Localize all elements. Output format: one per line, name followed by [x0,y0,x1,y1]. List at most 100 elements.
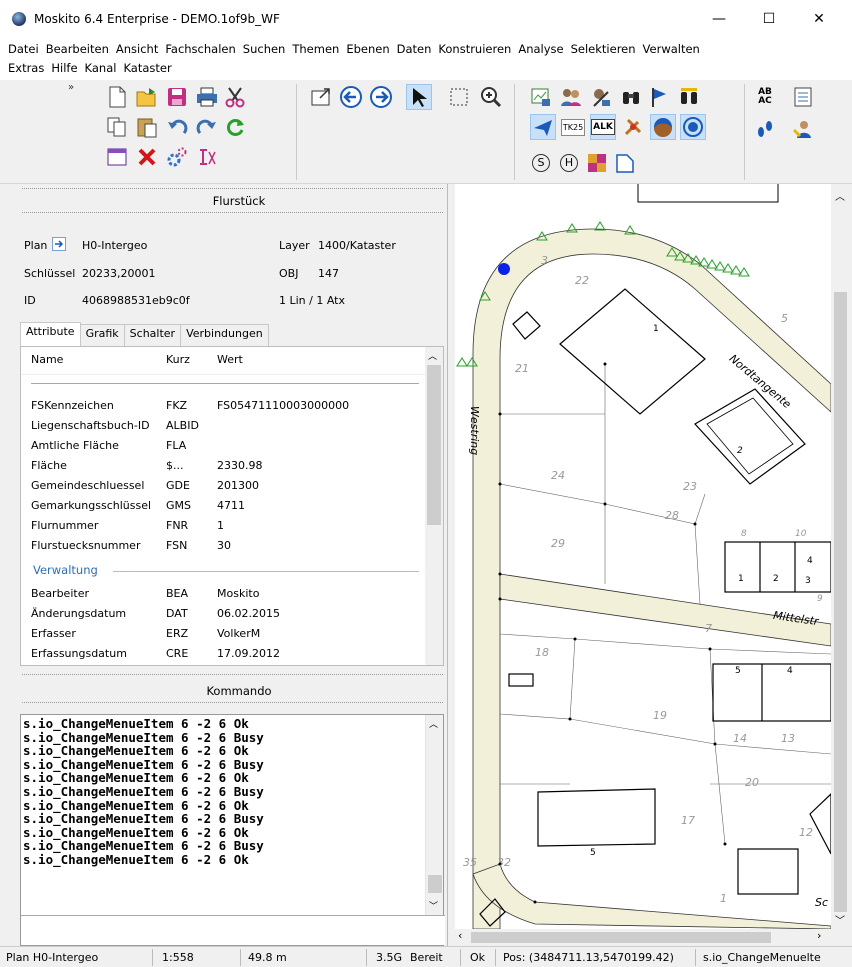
menu-suchen[interactable]: Suchen [241,40,291,59]
undo-icon[interactable] [164,114,190,140]
cut-icon[interactable] [222,84,248,110]
redo-icon[interactable] [194,114,220,140]
binoculars-icon[interactable] [618,84,644,110]
rectangle-select-icon[interactable] [446,84,472,110]
menu-ebenen[interactable]: Ebenen [344,40,394,59]
building-icon[interactable] [584,150,610,176]
scroll-thumb[interactable] [428,875,442,893]
menu-extras[interactable]: Extras [6,59,49,78]
target-icon[interactable] [680,114,706,140]
h-button[interactable]: H [556,150,582,176]
scroll-thumb[interactable] [834,292,847,912]
new-file-icon[interactable] [104,84,130,110]
alk-button[interactable]: ALK [590,114,616,140]
menu-kanal[interactable]: Kanal [83,59,122,78]
edit-tools-icon[interactable] [588,84,614,110]
scroll-right-icon[interactable]: › [817,929,821,942]
tab-grafik[interactable]: Grafik [79,324,125,346]
settings-icon[interactable] [164,144,190,170]
back-icon[interactable] [338,84,364,110]
list-icon[interactable] [790,84,816,110]
find-icon[interactable] [676,84,702,110]
table-row[interactable]: FSKennzeichen FKZ FS05471110003000000 [21,399,425,417]
table-row[interactable]: Bearbeiter BEA Moskito [21,587,425,605]
table-row[interactable]: Gemarkungsschlüssel GMS 4711 [21,499,425,517]
paste-icon[interactable] [134,114,160,140]
menu-konstruieren[interactable]: Konstruieren [436,40,516,59]
attribute-scrollbar[interactable]: ︿ [425,347,443,665]
window-icon[interactable] [104,144,130,170]
menu-themen[interactable]: Themen [290,40,344,59]
tab-verbindungen[interactable]: Verbindungen [180,324,269,346]
table-row[interactable]: Fläche $... 2330.98 [21,459,425,477]
minimize-button[interactable]: — [696,0,742,38]
scroll-down-icon[interactable]: ﹀ [429,899,438,912]
map-layers-icon[interactable] [528,84,554,110]
maximize-button[interactable]: ☐ [746,0,792,38]
command-scrollbar[interactable]: ︿ ﹀ [425,715,443,915]
close-button[interactable]: ✕ [796,0,842,38]
user-edit-icon[interactable] [790,116,816,142]
save-icon[interactable] [164,84,190,110]
menu-fachschalen[interactable]: Fachschalen [163,40,240,59]
column-wert[interactable]: Wert [217,353,243,366]
menu-verwalten[interactable]: Verwalten [641,40,705,59]
scroll-up-icon[interactable]: ︿ [429,717,438,730]
copy-icon[interactable] [104,114,130,140]
open-folder-icon[interactable] [134,84,160,110]
column-name[interactable]: Name [31,353,63,366]
airplane-icon[interactable] [530,114,556,140]
column-kurz[interactable]: Kurz [166,353,190,366]
survey-icon[interactable] [194,144,220,170]
table-row[interactable]: Erfassungsdatum CRE 17.09.2012 [21,647,425,665]
plan-link-arrow-icon[interactable] [52,237,66,251]
menu-selektieren[interactable]: Selektieren [569,40,641,59]
map-canvas[interactable]: Westring Nordtangente Mittelstr Sc 3 22 … [455,184,831,929]
menu-kataster[interactable]: Kataster [121,59,176,78]
menu-hilfe[interactable]: Hilfe [49,59,82,78]
table-row[interactable]: Flurnummer FNR 1 [21,519,425,537]
s-button[interactable]: S [528,150,554,176]
menu-analyse[interactable]: Analyse [516,40,568,59]
map-vertical-scrollbar[interactable]: ︿ ﹀ [831,184,850,929]
scroll-left-icon[interactable]: ‹ [458,929,462,942]
select-pointer-icon[interactable] [406,84,432,110]
group-verwaltung: Verwaltung [33,563,98,577]
scroll-thumb[interactable] [427,365,441,525]
terrain-icon[interactable] [650,114,676,140]
tab-attribute[interactable]: Attribute [20,322,81,346]
layer-value: 1400/Kataster [318,239,396,252]
tk25-button[interactable]: TK25 [560,114,586,140]
zoom-in-icon[interactable] [478,84,504,110]
people-icon[interactable] [558,84,584,110]
forward-icon[interactable] [368,84,394,110]
menu-bearbeiten[interactable]: Bearbeiten [44,40,114,59]
command-input[interactable] [21,915,445,945]
print-icon[interactable] [194,84,220,110]
delete-icon[interactable] [134,144,160,170]
menu-daten[interactable]: Daten [395,40,437,59]
table-row[interactable]: Gemeindeschluessel GDE 201300 [21,479,425,497]
scroll-up-icon[interactable]: ︿ [428,349,437,362]
tools-icon[interactable] [620,114,646,140]
map-drawing[interactable] [455,184,831,929]
polygon-icon[interactable] [612,150,638,176]
table-row[interactable]: Erfasser ERZ VolkerM [21,627,425,645]
footprints-icon[interactable] [752,116,778,142]
toolbar-overflow-chevron[interactable]: » [68,82,74,93]
map-horizontal-scrollbar[interactable]: ‹ › [455,929,831,946]
menu-datei[interactable]: Datei [6,40,44,59]
zoom-window-icon[interactable] [308,84,334,110]
flag-icon[interactable] [646,84,672,110]
scroll-thumb[interactable] [471,932,771,943]
scroll-down-icon[interactable]: ﹀ [835,912,845,927]
tab-schalter[interactable]: Schalter [123,324,182,346]
menu-ansicht[interactable]: Ansicht [114,40,163,59]
refresh-icon[interactable] [222,114,248,140]
table-row[interactable]: Amtliche Fläche FLA [21,439,425,457]
table-row[interactable]: Änderungsdatum DAT 06.02.2015 [21,607,425,625]
table-row[interactable]: Liegenschaftsbuch-ID ALBID [21,419,425,437]
scroll-up-icon[interactable]: ︿ [835,188,845,203]
table-row[interactable]: Flurstuecksnummer FSN 30 [21,539,425,557]
spell-check-button[interactable]: AB AC [752,84,778,110]
